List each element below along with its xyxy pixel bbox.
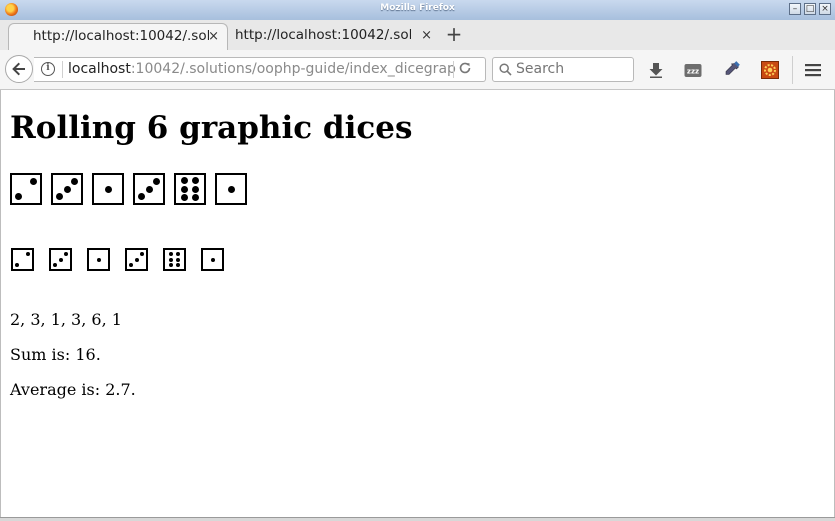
tab-close-icon[interactable]: ×	[421, 23, 432, 48]
sleep-tabs-icon[interactable]: zzz	[684, 62, 702, 80]
page-content: Rolling 6 graphic dices 2, 3, 1, 3, 6, 1…	[0, 90, 835, 517]
die-pip	[53, 262, 58, 267]
die-face-1	[201, 248, 224, 271]
die-pip	[180, 185, 188, 193]
die-face-6	[174, 173, 206, 205]
die-pip	[227, 185, 235, 193]
url-bar[interactable]: i localhost:10042/.solutions/oophp-guide…	[34, 57, 486, 82]
die-pip	[168, 251, 173, 256]
hamburger-menu-icon[interactable]	[804, 61, 822, 79]
tab-label: http://localhost:10042/.solu	[235, 27, 411, 43]
back-button[interactable]	[5, 55, 33, 83]
tab-label: http://localhost:10042/.solu	[33, 28, 209, 44]
tab-strip: http://localhost:10042/.solu × http://lo…	[0, 20, 835, 50]
die-face-2	[11, 248, 34, 271]
window-title: Mozilla Firefox	[380, 3, 455, 13]
die-pip	[168, 257, 173, 262]
die-pip	[210, 257, 215, 262]
die-pip	[192, 185, 200, 193]
die-pip	[25, 252, 30, 257]
svg-text:zzz: zzz	[687, 68, 699, 76]
die-pip	[137, 193, 145, 201]
tab-active[interactable]: http://localhost:10042/.solu ×	[8, 23, 228, 50]
die-pip	[134, 257, 139, 262]
die-face-3	[51, 173, 83, 205]
die-pip	[14, 193, 22, 201]
die-pip	[139, 252, 144, 257]
search-icon	[499, 63, 512, 76]
die-pip	[168, 263, 173, 268]
die-pip	[192, 177, 200, 185]
url-path: :10042/.solutions/oophp-guide/index_dice…	[130, 61, 456, 77]
die-pip	[192, 193, 200, 201]
die-pip	[96, 257, 101, 262]
search-input[interactable]	[516, 60, 628, 78]
die-pip	[129, 262, 134, 267]
die-pip	[58, 257, 63, 262]
die-face-1	[92, 173, 124, 205]
die-pip	[176, 263, 181, 268]
die-pip	[15, 262, 20, 267]
window-controls: – □ ×	[789, 3, 831, 15]
tab-close-icon[interactable]: ×	[208, 24, 219, 49]
new-tab-button[interactable]: +	[444, 24, 464, 46]
die-face-2	[10, 173, 42, 205]
url-host: localhost	[68, 61, 131, 77]
die-face-3	[133, 173, 165, 205]
minimize-button[interactable]: –	[789, 3, 801, 15]
dice-average: Average is: 2.7.	[10, 380, 136, 399]
info-icon[interactable]: i	[41, 62, 55, 76]
die-face-6	[163, 248, 186, 271]
toolbar-divider	[792, 56, 793, 84]
die-pip	[71, 177, 79, 185]
die-pip	[145, 185, 153, 193]
navigation-toolbar: i localhost:10042/.solutions/oophp-guide…	[0, 50, 835, 90]
die-face-3	[49, 248, 72, 271]
die-pip	[30, 177, 38, 185]
window-titlebar: Mozilla Firefox – □ ×	[0, 0, 835, 21]
die-face-1	[87, 248, 110, 271]
eyedropper-icon[interactable]	[723, 61, 741, 79]
die-pip	[63, 185, 71, 193]
reload-icon[interactable]	[458, 61, 472, 79]
tab-inactive[interactable]: http://localhost:10042/.solu ×	[230, 23, 440, 50]
close-window-button[interactable]: ×	[819, 3, 831, 15]
search-box[interactable]	[492, 57, 634, 82]
page-title: Rolling 6 graphic dices	[10, 110, 413, 146]
url-text[interactable]: localhost:10042/.solutions/oophp-guide/i…	[68, 61, 456, 77]
back-arrow-icon	[12, 62, 25, 76]
die-pip	[55, 193, 63, 201]
maximize-button[interactable]: □	[804, 3, 816, 15]
url-divider	[62, 61, 63, 78]
dice-sum: Sum is: 16.	[10, 345, 101, 364]
url-divider	[453, 61, 454, 78]
die-pip	[153, 177, 161, 185]
die-pip	[176, 257, 181, 262]
die-face-1	[215, 173, 247, 205]
download-icon[interactable]	[647, 61, 665, 79]
die-pip	[104, 185, 112, 193]
die-pip	[176, 251, 181, 256]
window-bottom-border	[0, 517, 835, 521]
dice-values: 2, 3, 1, 3, 6, 1	[10, 310, 122, 329]
die-pip	[180, 193, 188, 201]
die-pip	[63, 252, 68, 257]
gear-icon[interactable]	[761, 61, 779, 79]
die-pip	[180, 177, 188, 185]
die-face-3	[125, 248, 148, 271]
